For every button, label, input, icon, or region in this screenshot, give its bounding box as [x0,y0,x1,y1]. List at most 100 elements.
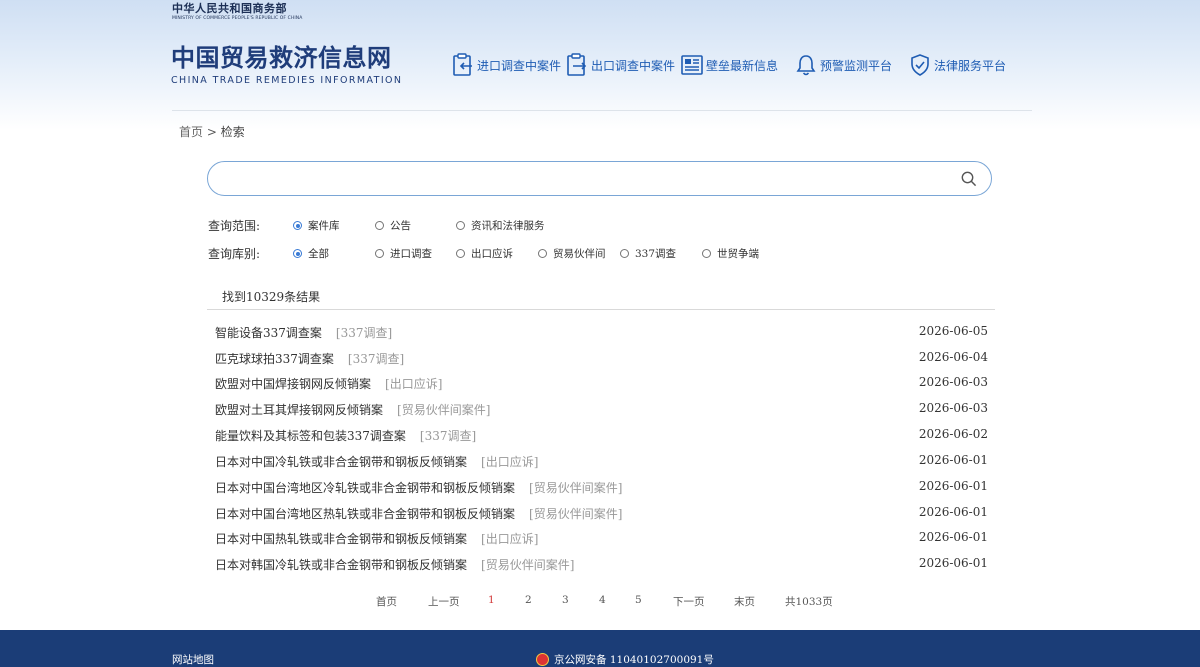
result-category: [贸易伙伴间案件] [481,558,575,572]
list-item[interactable]: 能量饮料及其标签和包装337调查案 [337调查] 2026-06-02 [215,427,990,445]
result-title[interactable]: 日本对中国台湾地区热轧铁或非合金钢带和钢板反倾销案 [215,507,515,521]
result-category: [337调查] [347,352,405,366]
pagination-total: 共1033页 [785,596,833,608]
pagination-page-4[interactable]: 4 [599,594,606,606]
result-title[interactable]: 智能设备337调查案 [215,326,322,340]
scope-filter: 查询范围: 案件库 公告 资讯和法律服务 [208,217,908,233]
result-category: [337调查] [335,326,393,340]
pagination-page-1[interactable]: 1 [488,594,495,606]
list-item[interactable]: 欧盟对中国焊接钢网反倾销案 [出口应诉] 2026-06-03 [215,375,990,393]
footer-beian-text: 京公网安备 11040102700091号 [554,654,714,666]
nav-legal-platform-label: 法律服务平台 [934,58,1007,73]
list-item[interactable]: 日本对中国台湾地区冷轧铁或非合金钢带和钢板反倾销案 [贸易伙伴间案件] 2026-… [215,479,990,497]
nav-export-cases-label: 出口调查中案件 [591,58,676,73]
breadcrumb-home[interactable]: 首页 [179,125,203,139]
radio-unselected[interactable] [375,249,384,258]
library-option-label: 337调查 [635,248,677,260]
result-title[interactable]: 欧盟对中国焊接钢网反倾销案 [215,377,371,391]
nav-import-cases[interactable]: 进口调查中案件 [452,51,561,79]
search-input[interactable] [222,166,942,192]
list-item[interactable]: 匹克球球拍337调查案 [337调查] 2026-06-04 [215,350,990,368]
result-date: 2026-06-01 [918,505,988,519]
radio-unselected[interactable] [702,249,711,258]
police-emblem-icon [536,653,549,666]
result-title[interactable]: 日本对中国台湾地区冷轧铁或非合金钢带和钢板反倾销案 [215,481,515,495]
list-item[interactable]: 日本对中国热轧铁或非合金钢带和钢板反倾销案 [出口应诉] 2026-06-01 [215,530,990,548]
list-item[interactable]: 日本对中国冷轧铁或非合金钢带和钢板反倾销案 [出口应诉] 2026-06-01 [215,453,990,471]
radio-unselected[interactable] [620,249,629,258]
result-title[interactable]: 能量饮料及其标签和包装337调查案 [215,429,406,443]
library-option-wto[interactable]: 世贸争端 [702,246,759,261]
list-item[interactable]: 智能设备337调查案 [337调查] 2026-06-05 [215,324,990,342]
result-date: 2026-06-03 [918,401,988,415]
pagination-page-2[interactable]: 2 [525,594,532,606]
header-divider [172,110,1032,111]
site-logo-cn: 中国贸易救济信息网 [171,44,392,72]
list-item[interactable]: 日本对中国台湾地区热轧铁或非合金钢带和钢板反倾销案 [贸易伙伴间案件] 2026-… [215,505,990,523]
import-case-icon [453,53,472,76]
radio-unselected[interactable] [538,249,547,258]
pagination-page-3[interactable]: 3 [562,594,569,606]
scope-filter-label: 查询范围: [208,219,261,233]
library-option-337[interactable]: 337调查 [620,246,676,261]
pagination-first[interactable]: 首页 [376,594,397,609]
library-option-import[interactable]: 进口调查 [375,246,432,261]
library-option-all[interactable]: 全部 [293,246,329,261]
nav-barrier-news[interactable]: 壁垒最新信息 [681,51,778,79]
result-date: 2026-06-04 [918,350,988,364]
result-date: 2026-06-01 [918,453,988,467]
result-date: 2026-06-01 [918,530,988,544]
pagination-next[interactable]: 下一页 [673,594,705,609]
scope-option-announcements[interactable]: 公告 [375,218,411,233]
search-icon[interactable] [961,171,977,187]
shield-check-icon [911,54,929,76]
pagination-last[interactable]: 末页 [734,594,755,609]
footer-sitemap-link[interactable]: 网站地图 [172,652,214,667]
library-option-label: 全部 [308,248,329,260]
library-option-partners[interactable]: 贸易伙伴间 [538,246,606,261]
result-category: [出口应诉] [481,532,539,546]
radio-selected[interactable] [293,249,302,258]
breadcrumb-current: 检索 [220,125,245,139]
result-title[interactable]: 欧盟对土耳其焊接钢网反倾销案 [215,403,383,417]
export-case-icon [567,53,587,76]
result-category: [贸易伙伴间案件] [529,481,623,495]
radio-unselected[interactable] [456,249,465,258]
result-category: [337调查] [419,429,477,443]
nav-legal-platform[interactable]: 法律服务平台 [909,51,1006,79]
list-item[interactable]: 欧盟对土耳其焊接钢网反倾销案 [贸易伙伴间案件] 2026-06-03 [215,401,990,419]
site-logo[interactable]: 中国贸易救济信息网 CHINA TRADE REMEDIES INFORMATI… [171,43,411,86]
list-item[interactable]: 日本对韩国冷轧铁或非合金钢带和钢板反倾销案 [贸易伙伴间案件] 2026-06-0… [215,556,990,574]
pagination: 首页 上一页 1 2 3 4 5 下一页 末页 共1033页 [0,594,1200,608]
result-date: 2026-06-05 [918,324,988,338]
scope-option-label: 资讯和法律服务 [471,220,545,232]
result-title[interactable]: 匹克球球拍337调查案 [215,352,334,366]
result-category: [出口应诉] [385,377,443,391]
result-divider [207,309,995,310]
nav-warning-platform[interactable]: 预警监测平台 [795,51,892,79]
result-category: [贸易伙伴间案件] [397,403,491,417]
library-option-export[interactable]: 出口应诉 [456,246,513,261]
ministry-name-en: MINISTRY OF COMMERCE PEOPLE'S REPUBLIC O… [172,16,303,21]
nav-export-cases[interactable]: 出口调查中案件 [566,51,675,79]
nav-import-cases-label: 进口调查中案件 [477,58,562,73]
result-title[interactable]: 日本对中国冷轧铁或非合金钢带和钢板反倾销案 [215,455,467,469]
radio-unselected[interactable] [456,221,465,230]
scope-option-label: 案件库 [308,220,340,232]
pagination-page-5[interactable]: 5 [635,594,642,606]
result-date: 2026-06-01 [918,479,988,493]
result-category: [出口应诉] [481,455,539,469]
library-option-label: 世贸争端 [717,248,759,260]
result-title[interactable]: 日本对韩国冷轧铁或非合金钢带和钢板反倾销案 [215,558,467,572]
nav-barrier-news-label: 壁垒最新信息 [706,58,779,73]
scope-option-news-legal[interactable]: 资讯和法律服务 [456,218,545,233]
result-title[interactable]: 日本对中国热轧铁或非合金钢带和钢板反倾销案 [215,532,467,546]
pagination-prev[interactable]: 上一页 [428,594,460,609]
radio-selected[interactable] [293,221,302,230]
scope-option-cases[interactable]: 案件库 [293,218,340,233]
scope-option-label: 公告 [390,220,411,232]
ministry-logo[interactable]: 中华人民共和国商务部 MINISTRY OF COMMERCE PEOPLE'S… [172,2,312,21]
nav-warning-platform-label: 预警监测平台 [820,58,893,73]
radio-unselected[interactable] [375,221,384,230]
footer-beian[interactable]: 京公网安备 11040102700091号 [536,652,714,667]
